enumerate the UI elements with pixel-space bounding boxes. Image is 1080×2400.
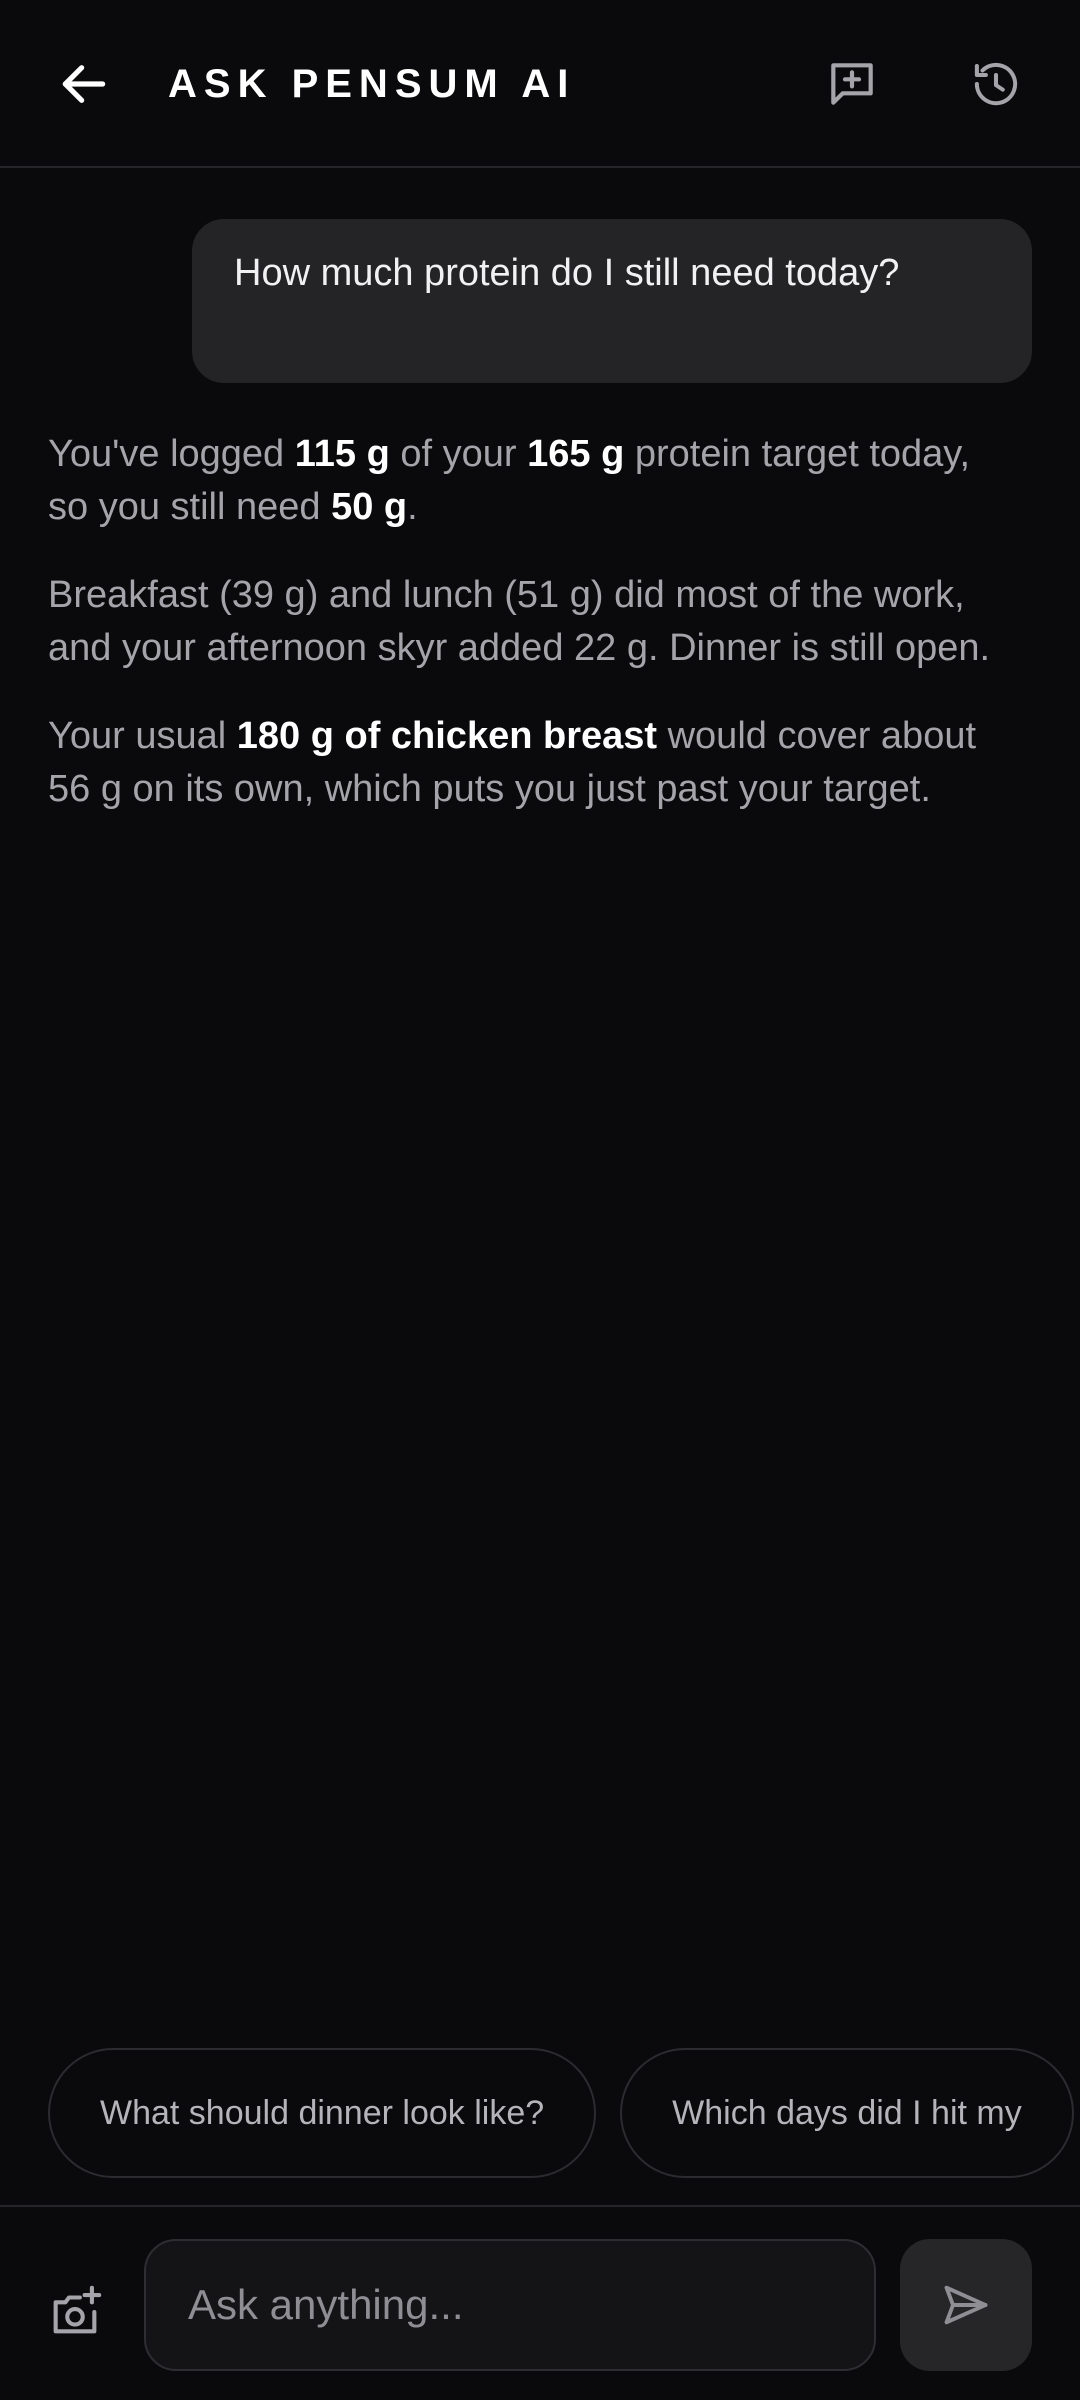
protein-target-value: 165 g bbox=[527, 433, 625, 475]
remaining-protein-value: 50 g bbox=[331, 486, 408, 528]
suggestion-chip-dinner[interactable]: What should dinner look like? bbox=[48, 2048, 597, 2178]
history-button[interactable] bbox=[958, 46, 1034, 122]
send-icon bbox=[944, 2285, 988, 2325]
assistant-answer: You've logged 115 g of your 165 g protei… bbox=[48, 428, 1008, 851]
answer-text: Your usual bbox=[48, 715, 237, 757]
answer-text: You've logged bbox=[48, 433, 295, 475]
history-icon bbox=[974, 62, 1018, 106]
suggestion-chips: What should dinner look like? Which days … bbox=[48, 2048, 1080, 2180]
suggestion-chip-target-days[interactable]: Which days did I hit my bbox=[620, 2048, 1074, 2178]
answer-paragraph: Your usual 180 g of chicken breast would… bbox=[48, 710, 1008, 816]
user-message-bubble: How much protein do I still need today? bbox=[192, 219, 1032, 383]
add-photo-icon bbox=[53, 2285, 102, 2334]
message-input[interactable] bbox=[146, 2241, 874, 2369]
app-header: ASK PENSUM AI bbox=[0, 0, 1080, 168]
add-photo-button[interactable] bbox=[40, 2277, 110, 2347]
message-composer bbox=[0, 2205, 1080, 2400]
chicken-breast-highlight: 180 g of chicken breast bbox=[236, 715, 658, 757]
message-input-box[interactable] bbox=[144, 2239, 876, 2371]
answer-text: of your bbox=[389, 433, 528, 475]
arrow-left-icon bbox=[62, 65, 106, 103]
answer-paragraph: Breakfast (39 g) and lunch (51 g) did mo… bbox=[48, 574, 991, 669]
page-title: ASK PENSUM AI bbox=[168, 62, 576, 106]
logged-protein-value: 115 g bbox=[294, 433, 390, 475]
answer-paragraph: You've logged 115 g of your 165 g protei… bbox=[48, 428, 1008, 534]
new-chat-button[interactable] bbox=[814, 46, 890, 122]
send-button[interactable] bbox=[900, 2239, 1032, 2371]
answer-text: . bbox=[407, 486, 418, 528]
back-button[interactable] bbox=[48, 48, 120, 120]
new-chat-icon bbox=[831, 63, 873, 105]
